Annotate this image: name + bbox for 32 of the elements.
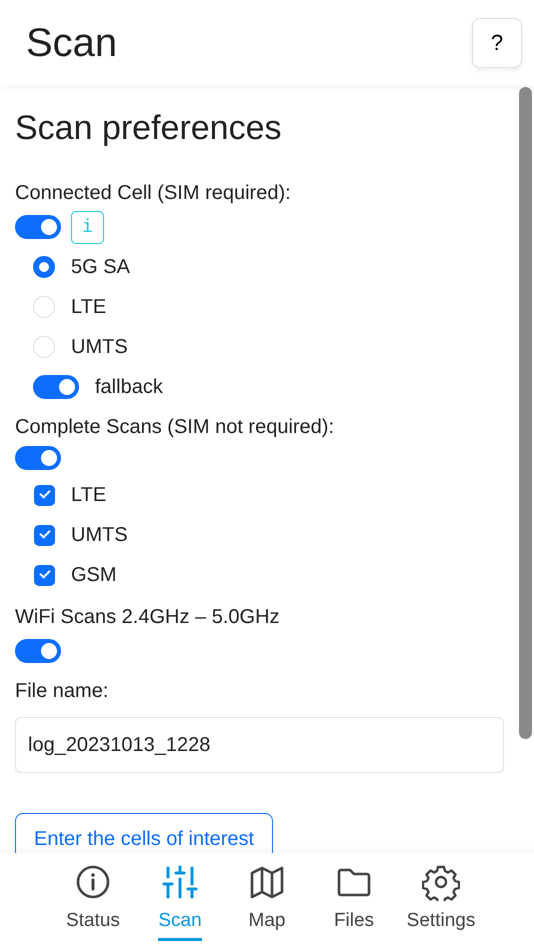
checkbox[interactable] xyxy=(34,564,55,586)
option-label: 5G SA xyxy=(71,255,130,280)
option-label: GSM xyxy=(71,563,117,588)
section-label: Connected Cell (SIM required): xyxy=(15,181,292,206)
toggle-switch[interactable] xyxy=(15,446,61,470)
nav-tab[interactable]: Map xyxy=(224,863,310,950)
cells-button[interactable]: Enter the cells of interest xyxy=(15,813,274,853)
toggle-switch[interactable] xyxy=(15,215,61,239)
radio-button[interactable] xyxy=(33,256,55,278)
scrollbar[interactable] xyxy=(519,87,532,739)
page-heading: Scan preferences xyxy=(15,108,282,149)
help-button[interactable]: ? xyxy=(472,18,522,68)
option-label: LTE xyxy=(71,483,106,508)
info-icon xyxy=(74,863,112,901)
nav-tab[interactable]: Status xyxy=(50,863,136,950)
option-label: fallback xyxy=(95,375,163,400)
option-label: UMTS xyxy=(71,335,128,360)
settings-icon xyxy=(422,863,460,901)
nav-tab[interactable]: Files xyxy=(310,863,398,950)
file-name-field[interactable]: log_20231013_1228 xyxy=(15,717,504,773)
toggle-switch[interactable] xyxy=(15,639,61,663)
section-label: WiFi Scans 2.4GHz – 5.0GHz xyxy=(15,605,281,630)
checkbox[interactable] xyxy=(34,484,55,506)
option-label: UMTS xyxy=(71,523,128,548)
toggle-switch[interactable] xyxy=(33,375,79,399)
nav-tab[interactable]: Settings xyxy=(398,863,484,950)
sliders-icon xyxy=(161,863,199,901)
field-label: File name: xyxy=(15,679,110,704)
option-label: LTE xyxy=(71,295,106,320)
checkbox[interactable] xyxy=(34,524,55,546)
section-label: Complete Scans (SIM not required): xyxy=(15,415,336,440)
page-title: Scan xyxy=(26,22,118,62)
